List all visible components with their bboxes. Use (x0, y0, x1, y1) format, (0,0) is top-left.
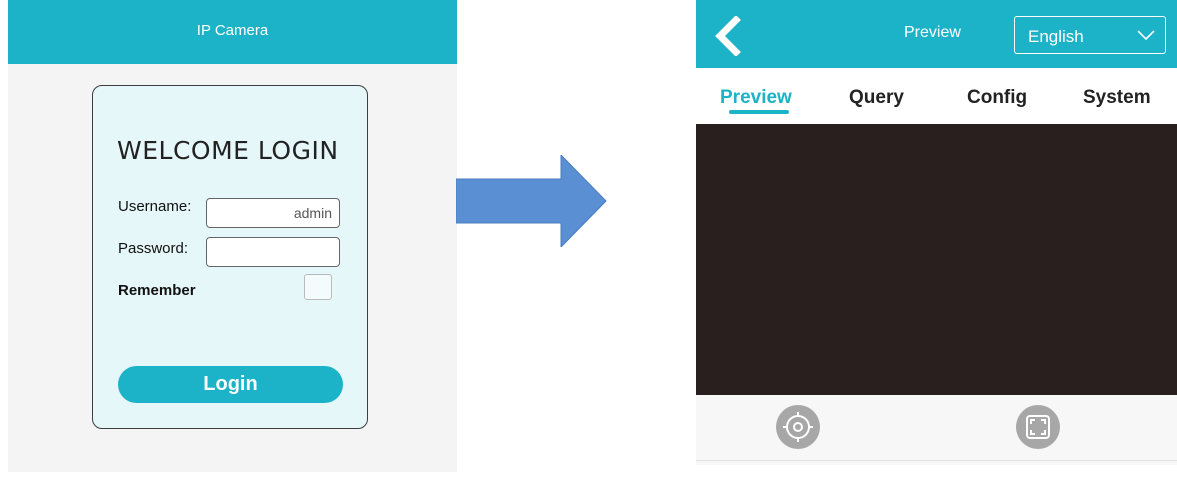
username-label: Username: (118, 198, 192, 215)
active-tab-indicator (729, 110, 789, 114)
ptz-button[interactable] (776, 405, 820, 449)
tab-system[interactable]: System (1083, 87, 1151, 109)
login-card: WELCOME LOGIN Username: admin Password: … (92, 85, 368, 429)
app-title: IP Camera (196, 22, 269, 39)
password-input[interactable] (206, 237, 340, 267)
password-label: Password: (118, 240, 189, 257)
page-title: Preview (904, 24, 961, 41)
login-screen: IP Camera WELCOME LOGIN Username: admin … (8, 0, 457, 472)
remember-checkbox[interactable] (304, 274, 332, 300)
remember-label: Remember (118, 282, 196, 299)
tab-query[interactable]: Query (849, 87, 904, 109)
tab-preview[interactable]: Preview (720, 87, 792, 109)
login-header: IP Camera (8, 0, 457, 64)
right-arrow-icon (456, 155, 607, 247)
control-bar (696, 395, 1177, 460)
tab-bar: Preview Query Config System (696, 68, 1177, 124)
crosshair-target-icon (783, 412, 813, 442)
fullscreen-button[interactable] (1016, 405, 1060, 449)
username-input[interactable]: admin (206, 198, 340, 228)
language-select[interactable]: English (1014, 16, 1166, 54)
login-button[interactable]: Login (118, 366, 343, 403)
welcome-heading: WELCOME LOGIN (117, 136, 339, 165)
tab-config[interactable]: Config (967, 87, 1027, 109)
preview-screen: Preview English Preview Query Config Sys… (696, 0, 1177, 465)
video-preview[interactable] (696, 124, 1177, 395)
language-value: English (1028, 27, 1084, 46)
preview-header: Preview English (696, 0, 1177, 68)
divider (696, 460, 1177, 461)
fullscreen-icon (1026, 415, 1050, 439)
chevron-down-icon (1137, 30, 1155, 41)
chevron-left-icon[interactable] (712, 16, 744, 56)
